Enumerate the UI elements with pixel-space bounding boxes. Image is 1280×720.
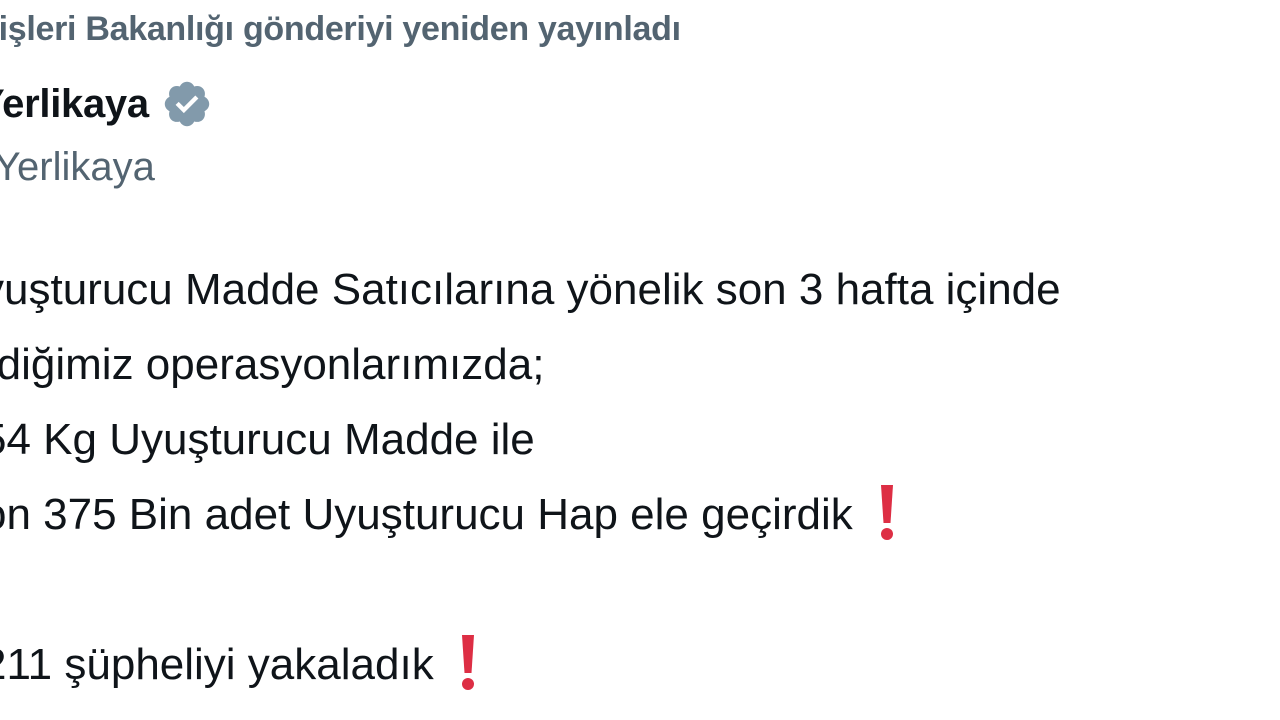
tweet-line-with-emoji: on 375 Bin adet Uyuşturucu Hap ele geçir… bbox=[0, 477, 1280, 552]
tweet-line-text: on 375 Bin adet Uyuşturucu Hap ele geçir… bbox=[0, 490, 853, 539]
author-display-name[interactable]: Yerlikaya bbox=[0, 82, 149, 127]
red-exclamation-mark-icon bbox=[877, 483, 897, 541]
tweet-line: 54 Kg Uyuşturucu Madde ile bbox=[0, 415, 535, 464]
tweet-line-with-emoji: 211 şüpheliyi yakaladık bbox=[0, 627, 1280, 702]
red-exclamation-mark-icon bbox=[458, 633, 478, 691]
verified-badge-icon bbox=[161, 78, 213, 130]
repost-context[interactable]: çişleri Bakanlığı gönderiyi yeniden yayı… bbox=[0, 10, 681, 49]
tweet-line: rdiğimiz operasyonlarımızda; bbox=[0, 340, 545, 389]
tweet-line: yuşturucu Madde Satıcılarına yönelik son… bbox=[0, 265, 1061, 314]
author-handle[interactable]: Yerlikaya bbox=[0, 145, 155, 190]
author-name-row[interactable]: Yerlikaya bbox=[0, 78, 213, 130]
tweet-line-text: 211 şüpheliyi yakaladık bbox=[0, 640, 434, 689]
tweet-text: yuşturucu Madde Satıcılarına yönelik son… bbox=[0, 252, 1280, 702]
